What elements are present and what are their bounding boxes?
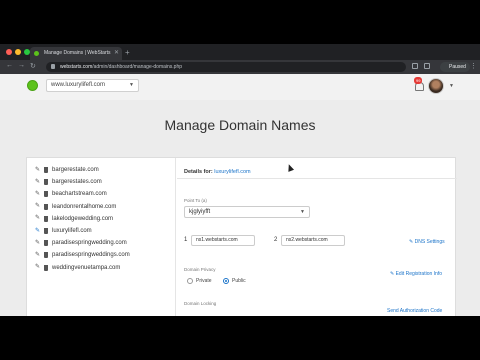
domains-card: ✎ bargerestate.com ✎ bargerestates.com ✎ beac…	[26, 157, 457, 316]
edit-pencil-icon[interactable]: ✎	[35, 191, 40, 197]
dns-settings-label: DNS Settings	[414, 239, 445, 245]
trash-icon[interactable]	[44, 264, 48, 271]
trash-icon[interactable]	[44, 167, 48, 174]
locking-label: Domain Locking	[184, 301, 217, 306]
point-to-label: Point To (a)	[184, 198, 207, 203]
nameserver-1-field[interactable]: ns1.webstarts.com	[191, 235, 255, 246]
domain-details-panel: Details for: luxurylifefl.com Point To (…	[177, 158, 457, 316]
edit-pencil-icon[interactable]: ✎	[35, 228, 40, 234]
browser-menu-icon[interactable]: ⋮	[470, 62, 477, 70]
domain-list-item[interactable]: ✎ paradisespringwedding.com	[35, 237, 130, 249]
point-to-value: kjglyiyfft	[189, 209, 211, 215]
trash-icon[interactable]	[44, 215, 48, 222]
trash-icon[interactable]	[44, 191, 48, 198]
tab-close-icon[interactable]: ✕	[114, 49, 119, 56]
details-label: Details for:	[184, 169, 213, 175]
trash-icon[interactable]	[44, 179, 48, 186]
edit-pencil-icon[interactable]: ✎	[35, 167, 40, 173]
edit-pencil-icon[interactable]: ✎	[35, 215, 40, 221]
site-selector-value: www.luxurylifefl.com	[51, 82, 106, 88]
address-bar[interactable]: webstarts.com/admin/dashboard/manage-dom…	[46, 62, 406, 72]
nameserver-2-field[interactable]: ns2.webstarts.com	[281, 235, 345, 246]
domain-name: bargerestates.com	[52, 179, 102, 186]
domain-list-item[interactable]: ✎ leandonrentalhome.com	[35, 201, 130, 213]
bookmark-star-icon[interactable]	[412, 63, 418, 69]
lock-icon[interactable]	[51, 64, 55, 69]
account-chevron-icon[interactable]: ▼	[449, 83, 454, 89]
trash-icon[interactable]	[44, 228, 48, 235]
trash-icon[interactable]	[44, 203, 48, 210]
window-controls	[6, 49, 30, 55]
domain-list: ✎ bargerestate.com ✎ bargerestates.com ✎ beac…	[35, 164, 130, 274]
edit-pencil-icon[interactable]: ✎	[35, 264, 40, 270]
nameserver-2-number: 2	[274, 237, 278, 243]
privacy-private-label: Private	[196, 278, 212, 284]
send-auth-code-link[interactable]: Send Authorization Code	[387, 308, 442, 314]
edit-registration-link[interactable]: ✎ Edit Registration Info	[390, 271, 442, 277]
new-tab-icon[interactable]: +	[125, 48, 130, 57]
edit-pencil-icon[interactable]: ✎	[35, 179, 40, 185]
domain-name: beachartstream.com	[52, 191, 107, 198]
close-window-icon[interactable]	[6, 49, 12, 55]
video-frame: Manage Domains | WebStarts ✕ + ← → ↻ web…	[0, 0, 480, 360]
profile-button[interactable]: Paused	[440, 62, 470, 72]
edit-registration-label: Edit Registration Info	[395, 271, 443, 277]
edit-pencil-icon[interactable]: ✎	[35, 240, 40, 246]
minimize-window-icon[interactable]	[15, 49, 21, 55]
domain-name: luxurylifefl.com	[52, 228, 92, 235]
details-title: Details for: luxurylifefl.com	[184, 169, 251, 175]
domain-list-item[interactable]: ✎ weddingvenuetampa.com	[35, 262, 130, 274]
privacy-public-label: Public	[232, 278, 246, 284]
url-path: /admin/dashboard/manage-domains.php	[92, 64, 183, 70]
forward-icon[interactable]: →	[18, 62, 25, 69]
domain-list-item[interactable]: ✎ lakelodgewedding.com	[35, 213, 130, 225]
privacy-public-radio[interactable]	[223, 278, 229, 284]
back-icon[interactable]: ←	[6, 62, 13, 69]
webpage: www.luxurylifefl.com ▼ 99 ▼ Manage Domai…	[0, 74, 480, 316]
dns-settings-link[interactable]: ✎ DNS Settings	[409, 239, 445, 245]
tab-favicon-icon	[34, 51, 39, 56]
edit-pencil-icon[interactable]: ✎	[35, 203, 40, 209]
browser-tab[interactable]: Manage Domains | WebStarts	[30, 47, 122, 60]
details-domain: luxurylifefl.com	[214, 169, 251, 175]
chevron-down-icon: ▼	[300, 209, 305, 215]
notification-badge: 99	[414, 77, 423, 84]
domain-list-item[interactable]: ✎ beachartstream.com	[35, 188, 130, 200]
domain-name: lakelodgewedding.com	[52, 215, 114, 222]
page-title: Manage Domain Names	[164, 117, 316, 133]
privacy-private-radio[interactable]	[187, 278, 193, 284]
domain-name: leandonrentalhome.com	[52, 203, 117, 210]
edit-pencil-icon[interactable]: ✎	[35, 252, 40, 258]
domain-name: paradisespringweddings.com	[52, 252, 130, 259]
chevron-down-icon: ▼	[129, 82, 134, 88]
domain-name: bargerestate.com	[52, 167, 99, 174]
domain-list-item[interactable]: ✎ bargerestate.com	[35, 164, 130, 176]
domain-name: weddingvenuetampa.com	[52, 264, 121, 271]
point-to-select[interactable]: kjglyiyfft ▼	[184, 206, 310, 218]
trash-icon[interactable]	[44, 240, 48, 247]
domain-list-item[interactable]: ✎ bargerestates.com	[35, 176, 130, 188]
trash-icon[interactable]	[44, 252, 48, 259]
domain-list-item[interactable]: ✎ paradisespringweddings.com	[35, 249, 130, 261]
reload-icon[interactable]: ↻	[30, 62, 36, 70]
domain-name: paradisespringwedding.com	[52, 240, 127, 247]
card-divider	[175, 158, 176, 316]
domain-list-item[interactable]: ✎ luxurylifefl.com	[35, 225, 130, 237]
url-domain: webstarts.com	[60, 64, 93, 70]
nameserver-1-number: 1	[184, 237, 188, 243]
avatar[interactable]	[428, 78, 444, 94]
webstarts-logo[interactable]	[27, 80, 38, 91]
site-selector[interactable]: www.luxurylifefl.com ▼	[46, 79, 139, 92]
privacy-label: Domain Privacy	[184, 267, 216, 272]
cast-icon[interactable]	[424, 63, 430, 69]
